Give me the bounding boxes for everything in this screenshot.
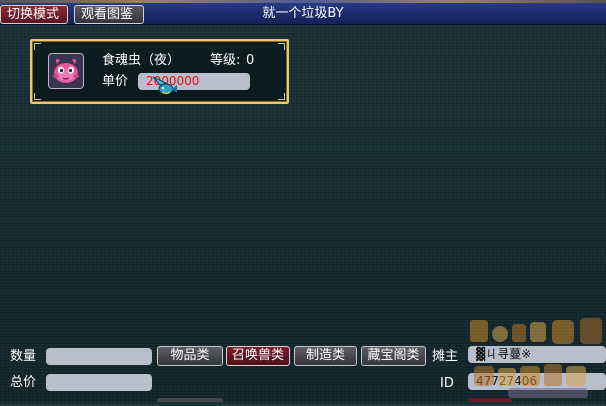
category-items-button[interactable]: 物品类	[157, 346, 223, 366]
unit-price-label: 单价	[102, 74, 129, 89]
site-watermark-logo	[468, 316, 606, 402]
bottom-button-edge	[157, 398, 223, 402]
card-corner	[34, 43, 41, 50]
top-bar: 就一个垃圾BY 切换模式 观看图鉴	[0, 0, 606, 25]
quantity-label: 数量	[10, 349, 37, 364]
view-atlas-button[interactable]: 观看图鉴	[74, 5, 144, 24]
id-label: ID	[440, 376, 454, 391]
switch-mode-button[interactable]: 切换模式	[0, 5, 68, 24]
category-treasure-button[interactable]: 藏宝阁类	[361, 346, 426, 366]
card-corner	[34, 93, 41, 100]
pink-bug-pet-icon	[48, 53, 84, 89]
fish-cursor-icon	[150, 73, 178, 99]
card-corner	[278, 93, 285, 100]
top-decor-stripe	[0, 0, 606, 3]
category-crafting-button[interactable]: 制造类	[294, 346, 357, 366]
pet-name: 食魂虫（夜）	[102, 53, 181, 68]
quantity-input[interactable]	[46, 348, 152, 365]
card-corner	[278, 43, 285, 50]
total-price-label: 总价	[10, 375, 37, 390]
stall-owner-label: 摊主	[432, 349, 459, 364]
total-price-field	[46, 374, 152, 391]
level-label: 等级:	[210, 53, 241, 68]
level-value: 0	[246, 53, 255, 68]
category-summon-button[interactable]: 召唤兽类	[226, 346, 290, 366]
